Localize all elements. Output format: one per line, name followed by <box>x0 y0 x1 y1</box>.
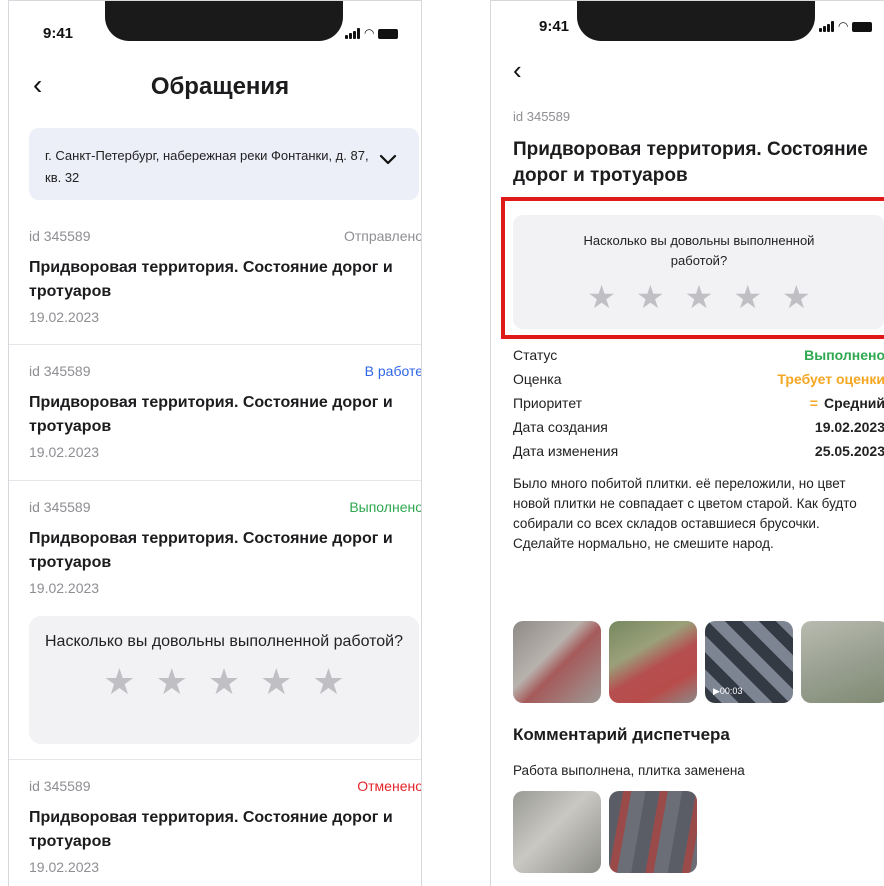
detail-label: Дата изменения <box>513 443 619 459</box>
signal-icon <box>819 20 834 32</box>
detail-value: Выполнено <box>804 347 884 363</box>
star-icon[interactable]: ★ <box>156 664 188 700</box>
detail-value: Требует оценки <box>777 371 884 387</box>
photo-thumbnail[interactable] <box>609 791 697 873</box>
phone-notch <box>105 1 343 41</box>
status-badge: В работе <box>364 363 422 379</box>
request-title: Придворовая территория. Состояние дорог … <box>513 139 868 186</box>
photo-thumbnail[interactable] <box>609 621 697 703</box>
photo-thumbnail[interactable] <box>801 621 884 703</box>
photo-gallery: ▶00:03 <box>513 621 884 703</box>
request-title: Придворовая территория. Состояние дорог … <box>29 394 393 435</box>
star-icon[interactable]: ★ <box>312 664 344 700</box>
request-id: id 345589 <box>29 778 91 794</box>
request-title: Придворовая территория. Состояние дорог … <box>29 259 393 300</box>
status-badge: Выполнено <box>349 499 422 515</box>
dispatcher-comment-heading: Комментарий диспетчера <box>513 725 730 744</box>
request-id: id 345589 <box>29 499 91 515</box>
battery-icon <box>852 22 873 32</box>
detail-row-status: Статус Выполнено <box>513 347 884 371</box>
page-title: Обращения <box>150 73 290 100</box>
detail-row-rating: Оценка Требует оценки <box>513 371 884 395</box>
detail-row-modified: Дата изменения 25.05.2023 <box>513 443 884 467</box>
priority-medium-icon: = <box>809 395 818 411</box>
request-id: id 345589 <box>29 228 91 244</box>
battery-icon <box>378 29 399 39</box>
detail-label: Статус <box>513 347 558 363</box>
status-badge: Отменено <box>357 778 422 794</box>
detail-label: Приоритет <box>513 395 583 411</box>
status-bar-time: 9:41 <box>43 25 74 42</box>
request-title: Придворовая территория. Состояние дорог … <box>29 530 393 571</box>
rating-stars: ★ ★ ★ ★ ★ <box>29 664 419 700</box>
list-item[interactable]: id 345589 Отправлено Придворовая террито… <box>9 216 422 344</box>
wifi-icon: ◠ <box>838 19 849 33</box>
dispatcher-comment-text: Работа выполнена, плитка заменена <box>513 763 745 778</box>
request-id: id 345589 <box>29 363 91 379</box>
request-date: 19.02.2023 <box>29 580 100 596</box>
list-item[interactable]: id 345589 Отменено Придворовая территори… <box>9 766 422 886</box>
photo-thumbnail[interactable] <box>513 791 601 873</box>
star-icon[interactable]: ★ <box>260 664 292 700</box>
dispatcher-photo-gallery <box>513 791 697 873</box>
phone-notch <box>577 1 815 41</box>
requests-list-screen: 9:41 ◠ ‹ Обращения г. Санкт-Петербург, н… <box>8 0 422 886</box>
address-text: г. Санкт-Петербург, набережная реки Фонт… <box>45 148 369 185</box>
divider <box>9 344 421 345</box>
signal-icon <box>345 27 360 39</box>
status-badge: Отправлено <box>343 228 422 244</box>
divider <box>9 480 421 481</box>
list-item[interactable]: id 345589 В работе Придворовая территори… <box>9 351 422 479</box>
star-icon[interactable]: ★ <box>103 664 135 700</box>
request-date: 19.02.2023 <box>29 444 100 460</box>
wifi-icon: ◠ <box>364 26 375 40</box>
detail-value: 25.05.2023 <box>814 443 884 459</box>
detail-label: Оценка <box>513 371 562 387</box>
request-title: Придворовая территория. Состояние дорог … <box>29 809 393 850</box>
detail-row-priority: Приоритет = Средний <box>513 395 884 419</box>
video-thumbnail[interactable]: ▶00:03 <box>705 621 793 703</box>
detail-row-created: Дата создания 19.02.2023 <box>513 419 884 443</box>
address-selector[interactable]: г. Санкт-Петербург, набережная реки Фонт… <box>29 128 419 200</box>
rating-question: Насколько вы довольны выполненной работо… <box>45 633 403 650</box>
request-details: Статус Выполнено Оценка Требует оценки П… <box>513 347 884 467</box>
status-bar-icons: ◠ <box>819 19 873 33</box>
highlight-frame <box>501 197 884 339</box>
request-id: id 345589 <box>513 109 571 124</box>
request-date: 19.02.2023 <box>29 859 100 875</box>
detail-value: 19.02.2023 <box>814 419 884 435</box>
status-bar-icons: ◠ <box>345 26 399 40</box>
photo-thumbnail[interactable] <box>513 621 601 703</box>
divider <box>9 759 421 760</box>
request-description: Было много побитой плитки. её переложили… <box>513 476 857 551</box>
back-arrow-icon[interactable]: ‹ <box>513 56 522 84</box>
rating-card: Насколько вы довольны выполненной работо… <box>29 616 419 744</box>
detail-value: Средний <box>823 395 884 411</box>
chevron-down-icon <box>379 154 397 165</box>
video-duration: 00:03 <box>719 686 743 696</box>
detail-label: Дата создания <box>513 419 608 435</box>
request-detail-screen: 9:41 ◠ ‹ id 345589 Придворовая территори… <box>490 0 884 886</box>
play-icon: ▶ <box>713 686 720 696</box>
status-bar-time: 9:41 <box>539 18 570 35</box>
request-date: 19.02.2023 <box>29 309 100 325</box>
star-icon[interactable]: ★ <box>208 664 240 700</box>
